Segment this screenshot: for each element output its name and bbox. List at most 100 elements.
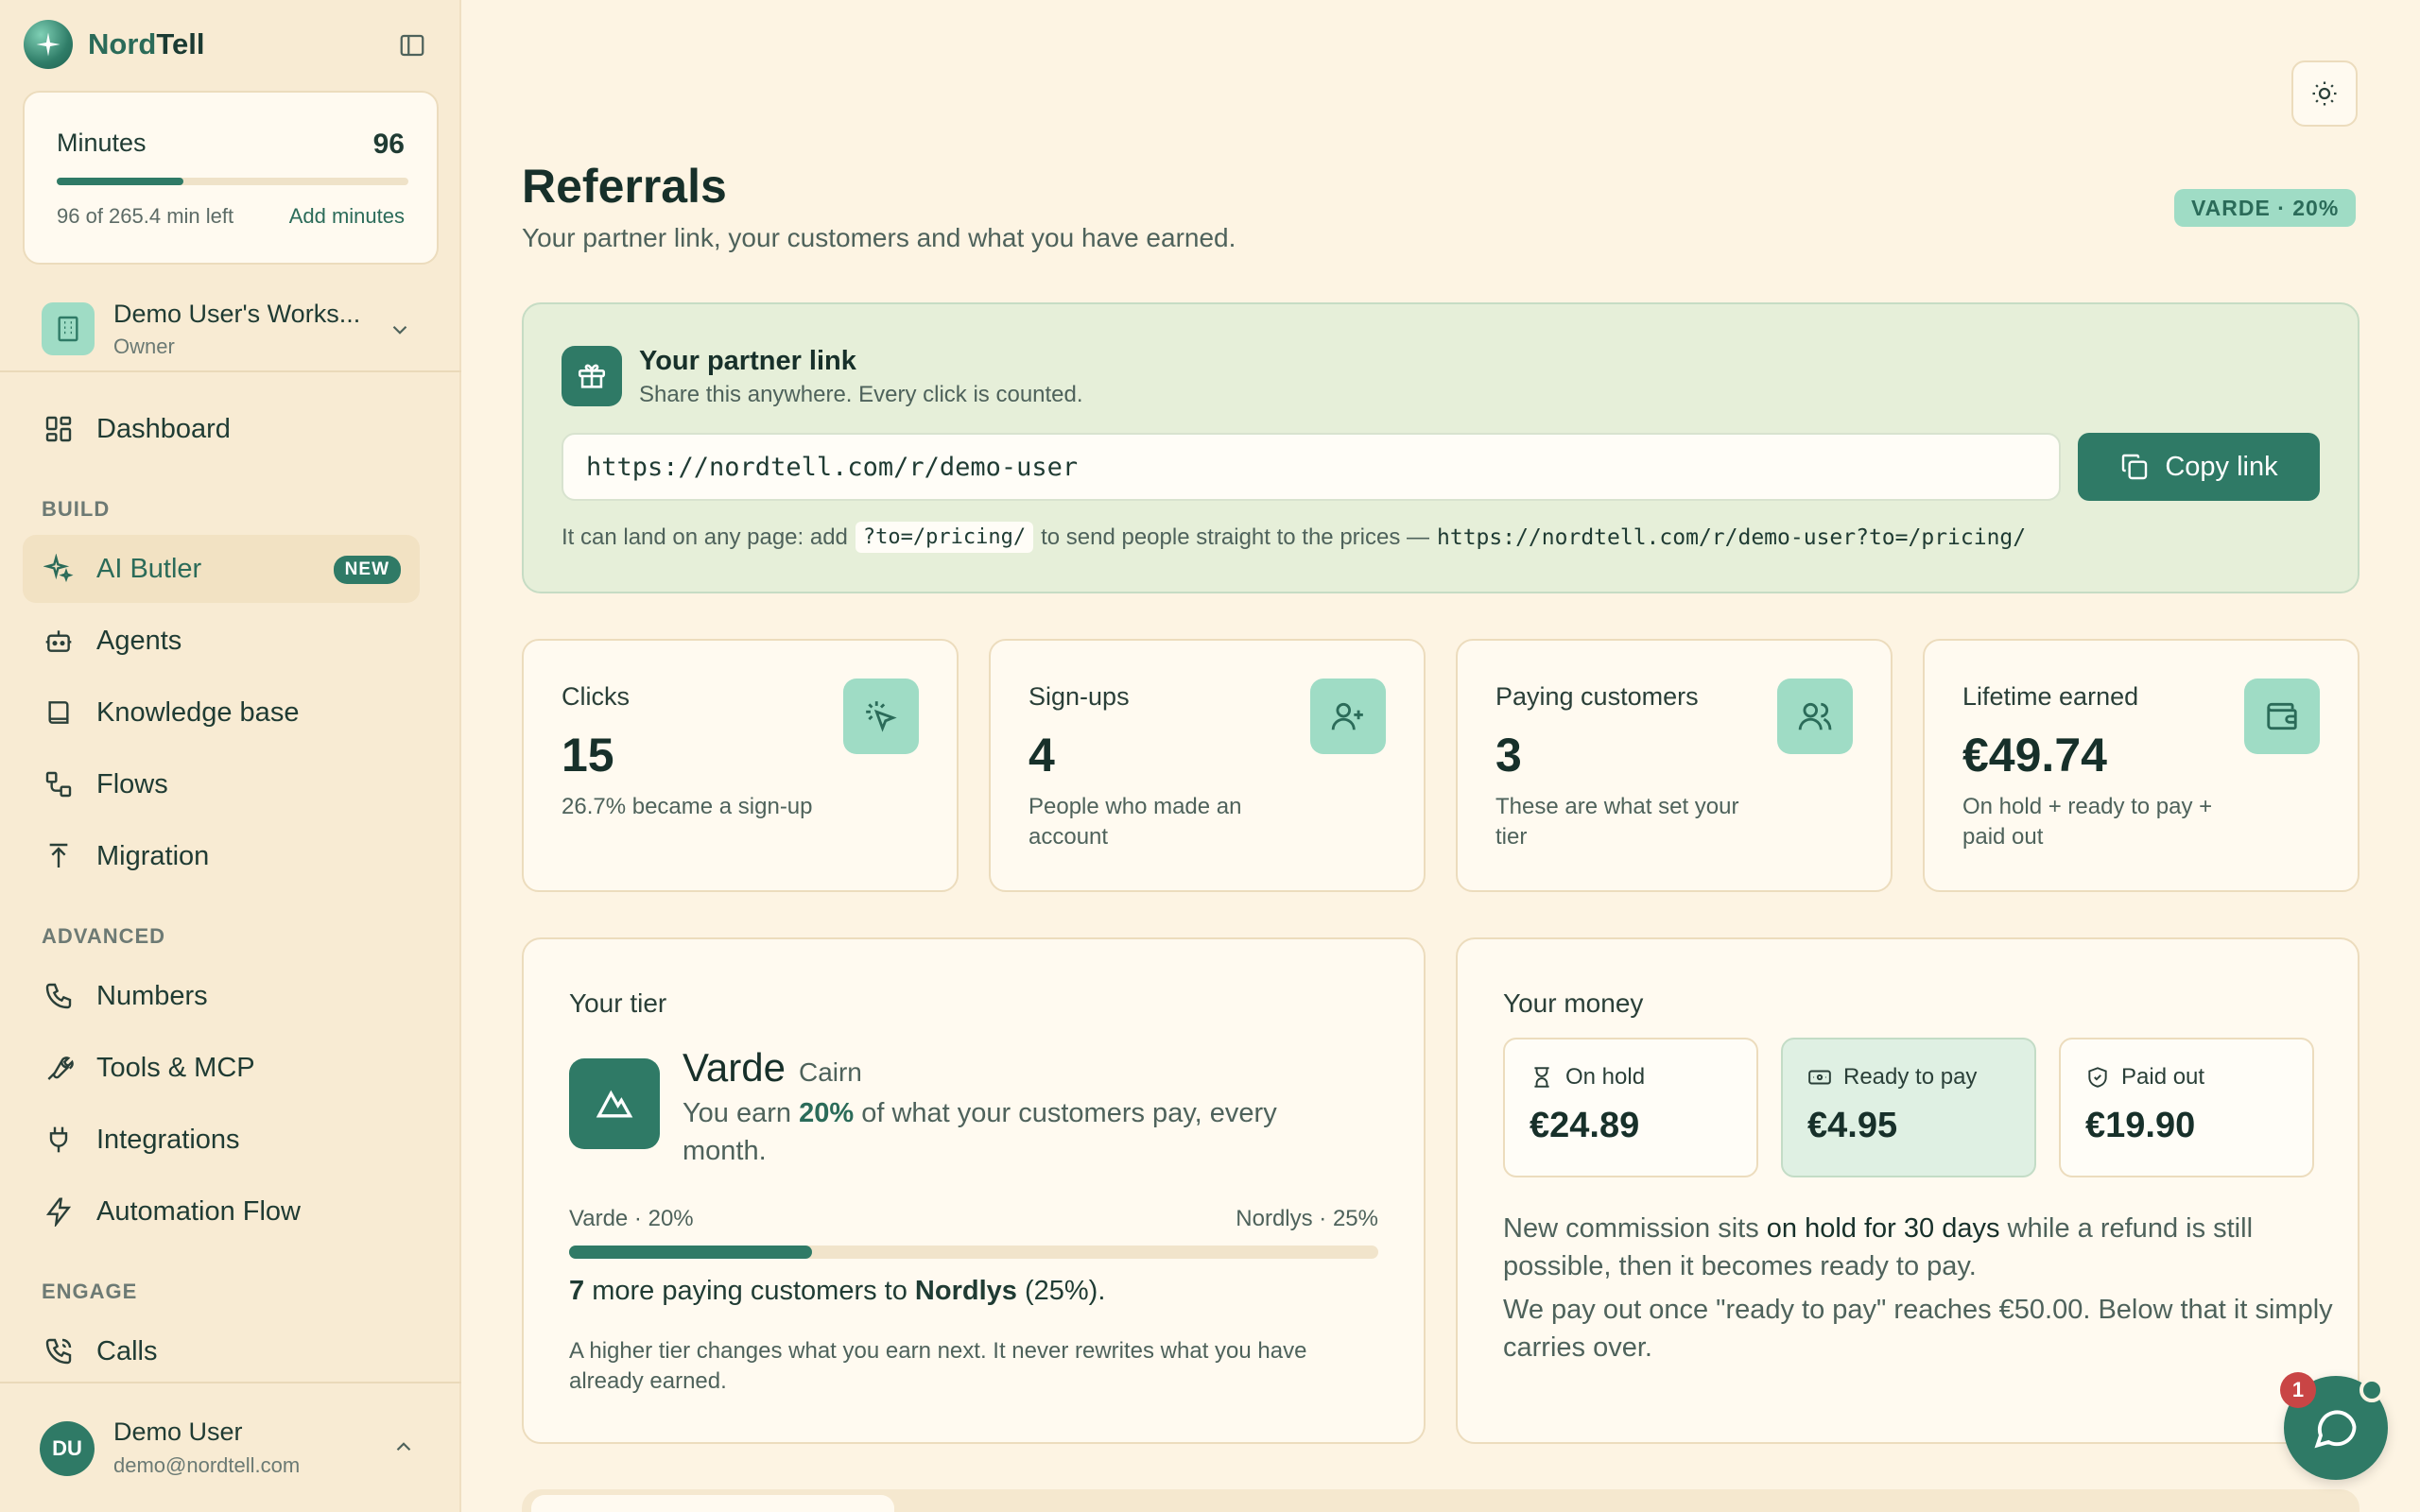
sidebar-item-integrations[interactable]: Integrations [23,1106,420,1174]
stat-value: 4 [1028,729,1055,782]
stat-label: Lifetime earned [1962,682,2139,711]
cursor-click-icon [843,679,919,754]
sidebar-item-agents[interactable]: Agents [23,607,420,675]
tier-name: Varde Cairn [683,1045,862,1090]
tier-card-title: Your tier [569,988,667,1018]
stat-card-clicks: Clicks 15 26.7% became a sign-up [522,639,959,892]
logo-icon [24,20,73,69]
money-value: €24.89 [1530,1106,1640,1145]
money-label: Paid out [2121,1064,2205,1090]
page-subtitle: Your partner link, your customers and wh… [522,223,1236,252]
money-on-hold: On hold €24.89 [1503,1038,1758,1177]
avatar: DU [40,1421,95,1476]
minutes-label: Minutes [57,129,147,157]
phone-call-icon [40,1332,78,1370]
hint-middle: to send people straight to the prices — [1041,524,1429,550]
sidebar-item-label: Knowledge base [96,696,300,728]
workspace-name: Demo User's Works... [113,299,361,328]
sidebar-item-calls[interactable]: Calls [23,1317,420,1385]
money-paid-out: Paid out €19.90 [2059,1038,2314,1177]
sidebar-item-label: Dashboard [96,413,231,444]
chevron-down-icon [388,318,412,347]
stat-label: Sign-ups [1028,682,1130,711]
stat-label: Clicks [562,682,630,711]
sidebar-item-dashboard[interactable]: Dashboard [23,395,420,463]
wallet-icon [2244,679,2320,754]
sidebar-item-knowledge-base[interactable]: Knowledge base [23,679,420,747]
sidebar-item-label: Migration [96,840,210,871]
sparkles-icon [40,550,78,588]
section-build: BUILD [42,497,111,521]
stat-description: People who made an account [1028,794,1242,850]
sidebar-item-ai-butler[interactable]: AI Butler NEW [23,535,420,603]
user-menu[interactable]: DU Demo User demo@nordtell.com [0,1382,461,1512]
money-hold-text: New commission sits on hold for 30 days … [1503,1213,2254,1281]
stat-description: These are what set your tier [1495,794,1739,850]
money-value: €19.90 [2085,1106,2196,1145]
brand[interactable]: NordTell [24,20,205,69]
stat-card-lifetime-earned: Lifetime earned €49.74 On hold + ready t… [1923,639,2360,892]
flow-icon [40,765,78,803]
chevron-up-icon [391,1435,416,1464]
mountain-icon [569,1058,660,1149]
sidebar-toggle-icon[interactable] [395,28,429,62]
tier-badge: VARDE · 20% [2174,189,2357,227]
partner-link-input[interactable] [562,433,2061,501]
stat-value: €49.74 [1962,729,2107,782]
sidebar-item-label: AI Butler [96,553,202,584]
partner-link-title: Your partner link [639,346,856,376]
money-label: Ready to pay [1843,1064,1978,1090]
user-email: demo@nordtell.com [113,1453,301,1477]
online-status-dot [2360,1378,2384,1402]
user-name: Demo User [113,1418,243,1446]
sidebar-item-migration[interactable]: Migration [23,822,420,890]
section-advanced: ADVANCED [42,924,166,948]
sidebar-item-label: Automation Flow [96,1195,301,1227]
sidebar: NordTell Minutes 96 96 of 265.4 min left… [0,0,461,1512]
partner-link-hint: It can land on any page: add ?to=/pricin… [562,522,2026,553]
copy-link-button[interactable]: Copy link [2078,433,2320,501]
minutes-left: 96 of 265.4 min left [57,204,234,228]
money-card-title: Your money [1503,988,1644,1018]
copy-link-label: Copy link [2165,451,2278,482]
sidebar-item-automation-flow[interactable]: Automation Flow [23,1177,420,1246]
robot-icon [40,622,78,660]
chat-unread-badge: 1 [2280,1372,2316,1408]
hint-param: ?to=/pricing/ [855,522,1034,553]
sidebar-item-label: Calls [96,1335,158,1366]
minutes-value: 96 [372,129,405,160]
workspace-switcher[interactable]: Demo User's Works... Owner [23,289,439,369]
building-icon [42,302,95,355]
stat-value: 15 [562,729,614,782]
phone-icon [40,977,78,1015]
page-title: Referrals [522,160,727,213]
sidebar-item-flows[interactable]: Flows [23,750,420,818]
wrench-icon [40,1049,78,1087]
tier-earn-text: You earn 20% of what your customers pay,… [683,1098,1277,1166]
stat-description: On hold + ready to pay + paid out [1962,794,2213,850]
sidebar-item-label: Flows [96,768,168,799]
tier-note: A higher tier changes what you earn next… [569,1338,1307,1394]
shield-check-icon [2088,1067,2107,1088]
add-minutes-link[interactable]: Add minutes [289,204,405,229]
sidebar-item-tools[interactable]: Tools & MCP [23,1034,420,1102]
workspace-role: Owner [113,334,175,358]
hint-prefix: It can land on any page: add [562,524,848,550]
lightning-icon [40,1193,78,1230]
sidebar-item-numbers[interactable]: Numbers [23,962,420,1030]
tier-more-text: 7 more paying customers to Nordlys (25%)… [569,1276,1106,1306]
copy-icon [2122,454,2148,480]
next-section-tab[interactable] [531,1495,894,1512]
sidebar-item-label: Tools & MCP [96,1052,255,1083]
stat-value: 3 [1495,729,1522,782]
minutes-card: Minutes 96 96 of 265.4 min left Add minu… [23,91,439,265]
theme-toggle-button[interactable] [2291,60,2358,127]
sidebar-item-label: Numbers [96,980,208,1011]
brand-name: NordTell [88,27,205,60]
hourglass-icon [1534,1067,1549,1088]
sun-icon [2312,81,2337,106]
chat-icon [2314,1410,2357,1449]
tier-next-label: Nordlys · 25% [1236,1206,1378,1231]
sidebar-item-label: Integrations [96,1124,240,1155]
money-value: €4.95 [1807,1106,1898,1145]
